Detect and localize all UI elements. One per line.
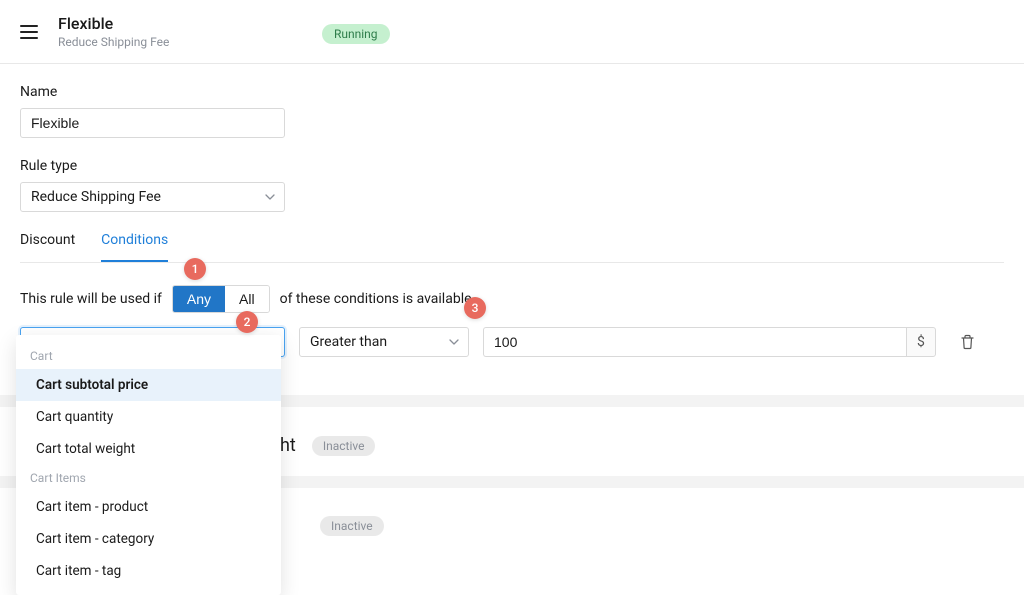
section-fragment: ht bbox=[280, 435, 296, 456]
option-item-tag[interactable]: Cart item - tag bbox=[16, 555, 281, 587]
option-item-category[interactable]: Cart item - category bbox=[16, 523, 281, 555]
name-group: Name bbox=[20, 84, 1004, 138]
option-item-product[interactable]: Cart item - product bbox=[16, 491, 281, 523]
tab-conditions[interactable]: Conditions bbox=[101, 232, 168, 262]
sentence-prefix: This rule will be used if bbox=[20, 291, 162, 307]
tab-discount[interactable]: Discount bbox=[20, 232, 75, 262]
hint-3-badge: 3 bbox=[464, 297, 486, 319]
status-badge: Inactive bbox=[320, 516, 384, 536]
dropdown-group-cart: Cart bbox=[16, 343, 281, 369]
condition-value-group: $ bbox=[483, 327, 936, 357]
any-all-toggle: Any All bbox=[172, 285, 270, 313]
condition-operator-wrap[interactable]: Greater than bbox=[299, 327, 469, 357]
hint-2-badge: 2 bbox=[236, 311, 258, 333]
condition-value-input[interactable] bbox=[483, 327, 906, 357]
title-block: Flexible Reduce Shipping Fee bbox=[58, 14, 169, 49]
option-cart-weight[interactable]: Cart total weight bbox=[16, 433, 281, 465]
page-title: Flexible bbox=[58, 14, 169, 33]
rule-type-select[interactable]: Reduce Shipping Fee bbox=[20, 182, 285, 212]
name-input[interactable] bbox=[20, 108, 285, 138]
hint-1-badge: 1 bbox=[184, 258, 206, 280]
tabs: Discount Conditions bbox=[20, 232, 1004, 263]
condition-operator-select[interactable]: Greater than bbox=[299, 327, 469, 357]
field-dropdown: Cart Cart subtotal price Cart quantity C… bbox=[16, 335, 281, 595]
all-button[interactable]: All bbox=[225, 286, 269, 312]
option-cart-quantity[interactable]: Cart quantity bbox=[16, 401, 281, 433]
delete-condition-button[interactable] bbox=[960, 334, 975, 350]
status-badge: Inactive bbox=[312, 436, 376, 456]
dropdown-group-cart-items: Cart Items bbox=[16, 465, 281, 491]
condition-sentence: This rule will be used if Any All of the… bbox=[20, 285, 1004, 313]
rule-type-label: Rule type bbox=[20, 158, 1004, 174]
page-subtitle: Reduce Shipping Fee bbox=[58, 35, 169, 49]
rule-type-select-wrap[interactable]: Reduce Shipping Fee bbox=[20, 182, 285, 212]
status-badge: Running bbox=[322, 24, 390, 44]
trash-icon bbox=[960, 334, 975, 350]
rule-type-group: Rule type Reduce Shipping Fee bbox=[20, 158, 1004, 212]
sentence-suffix: of these conditions is available. bbox=[280, 291, 476, 307]
condition-unit: $ bbox=[906, 327, 936, 357]
name-label: Name bbox=[20, 84, 1004, 100]
option-cart-subtotal[interactable]: Cart subtotal price bbox=[16, 369, 281, 401]
any-button[interactable]: Any bbox=[173, 286, 225, 312]
menu-button[interactable] bbox=[20, 25, 38, 39]
